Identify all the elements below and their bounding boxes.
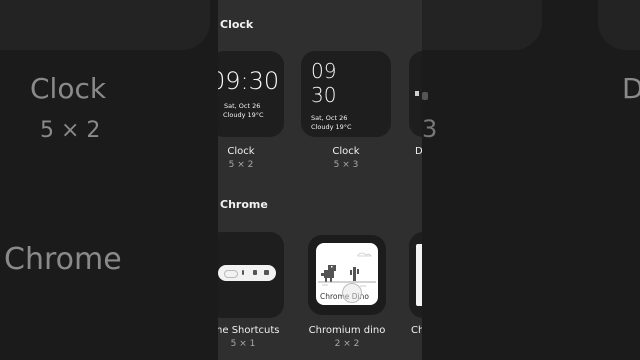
- clock-weather: Cloudy 19°C: [223, 111, 264, 119]
- background-right-panel: D 3: [422, 0, 640, 360]
- clock-date: Sat, Oct 26: [224, 102, 261, 110]
- ghost-card: [422, 0, 542, 50]
- search-pill: [224, 270, 238, 278]
- chromium-dino-size: 2 × 2: [334, 339, 360, 349]
- clock-time: 09:30: [218, 67, 280, 95]
- section-title-clock: Clock: [220, 18, 254, 31]
- ghost-chrome-label: Chrome: [4, 242, 122, 277]
- ghost-clock-size: 5 × 2: [40, 118, 101, 143]
- ghost-card: [0, 0, 210, 50]
- clock-5x3-label: Clock: [332, 146, 360, 157]
- clock-5x2-size: 5 × 2: [228, 160, 254, 170]
- clock-5x2-label: Clock: [227, 146, 255, 157]
- shortcuts-bar: [218, 265, 276, 281]
- clock-date: Sat, Oct 26: [311, 114, 348, 122]
- background-left-panel: Clock 5 × 2 Chrome: [0, 0, 218, 360]
- ghost-card: [598, 0, 640, 50]
- ghost-partial-glyph: [422, 92, 428, 100]
- clock-hour: 09: [311, 59, 337, 83]
- partial-white-card: [416, 244, 422, 306]
- chrome-shortcuts-label: ome Shortcuts: [218, 325, 280, 336]
- ghost-partial-digit: 3: [422, 115, 438, 143]
- clock-5x2-widget-preview[interactable]: 09:30 Sat, Oct 26 Cloudy 19°C: [218, 51, 284, 137]
- mic-icon: [242, 270, 244, 275]
- clock-5x3-widget-preview[interactable]: 09 30 Sat, Oct 26 Cloudy 19°C: [301, 51, 391, 137]
- clock-minute: 30: [311, 83, 337, 107]
- clock-5x3-size: 5 × 3: [333, 160, 359, 170]
- widget-picker-screen: Clock 09:30 Sat, Oct 26 Cloudy 19°C Cloc…: [218, 0, 422, 360]
- chromium-dino-widget-preview[interactable]: Chrome Dino: [308, 235, 386, 315]
- clock-partial-label: D: [415, 146, 422, 157]
- ghost-clock-label: Clock: [30, 72, 107, 105]
- touch-indicator: [342, 283, 362, 303]
- chrome-partial-widget-preview[interactable]: [409, 232, 422, 318]
- ghost-partial-letter: D: [622, 72, 640, 105]
- chrome-shortcuts-size: 5 × 1: [230, 339, 256, 349]
- dino-card: Chrome Dino: [316, 243, 378, 305]
- chrome-partial-label: Ch: [411, 325, 422, 336]
- chromium-dino-label: Chromium dino: [308, 325, 386, 336]
- partial-widget-glyph: [415, 91, 419, 96]
- incognito-icon: [253, 270, 257, 275]
- chrome-shortcuts-widget-preview[interactable]: [218, 232, 284, 318]
- clock-partial-widget-preview[interactable]: [409, 51, 422, 137]
- clock-weather: Cloudy 19°C: [311, 123, 352, 131]
- dino-mini-icon: [264, 270, 269, 275]
- section-title-chrome: Chrome: [220, 198, 268, 211]
